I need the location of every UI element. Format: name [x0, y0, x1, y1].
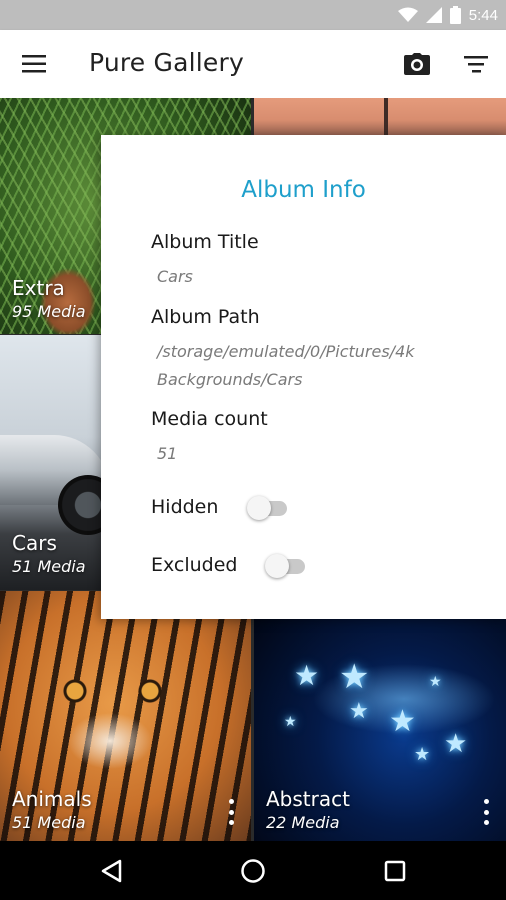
album-tile-cars[interactable]: Cars 51 Media: [0, 335, 101, 590]
camera-button[interactable]: [397, 44, 437, 84]
star-decoration: ★: [294, 659, 320, 692]
media-count-value: 51: [157, 444, 178, 463]
excluded-label: Excluded: [151, 554, 238, 576]
home-button[interactable]: [235, 853, 271, 889]
star-decoration: ★: [284, 714, 297, 730]
album-path-value: /storage/emulated/0/Pictures/4k Backgrou…: [157, 342, 415, 389]
home-icon: [241, 859, 265, 883]
star-decoration: ★: [444, 729, 468, 759]
status-time: 5:44: [468, 6, 498, 24]
battery-icon: [449, 6, 461, 24]
star-decoration: ★: [414, 744, 431, 765]
album-name: Abstract: [266, 787, 350, 811]
hidden-label: Hidden: [151, 496, 219, 518]
album-path-label: Album Path: [151, 306, 260, 328]
album-count: 22 Media: [266, 813, 340, 832]
app-title: Pure Gallery: [89, 48, 244, 77]
media-count-label: Media count: [151, 408, 268, 430]
album-title-label: Album Title: [151, 231, 259, 253]
navigation-bar: [0, 841, 506, 900]
status-icons: 5:44: [397, 0, 498, 30]
menu-button[interactable]: [14, 47, 54, 81]
star-decoration: ★: [389, 704, 416, 739]
camera-icon: [404, 53, 430, 75]
sort-button[interactable]: [456, 44, 496, 84]
album-name: Extra: [12, 276, 65, 300]
status-bar: 5:44: [0, 0, 506, 30]
more-options-icon[interactable]: [480, 799, 492, 825]
album-label: Abstract 22 Media: [266, 787, 350, 832]
toggle-thumb: [265, 554, 289, 578]
album-count: 51 Media: [12, 557, 86, 576]
album-info-dialog: Album Info Album Title Cars Album Path /…: [101, 135, 506, 619]
album-label: Animals 51 Media: [12, 787, 92, 832]
star-decoration: ★: [429, 674, 442, 690]
recents-icon: [384, 860, 406, 882]
app-bar: Pure Gallery: [0, 30, 506, 98]
back-icon: [101, 859, 122, 883]
album-title-value: Cars: [157, 267, 193, 286]
album-count: 95 Media: [12, 302, 86, 321]
album-thumbnail-detail: [384, 98, 388, 138]
toggle-thumb: [247, 496, 271, 520]
back-button[interactable]: [93, 853, 129, 889]
excluded-toggle[interactable]: [265, 553, 309, 579]
album-label: Extra 95 Media: [12, 276, 86, 321]
album-tile-animals[interactable]: Animals 51 Media: [0, 591, 251, 841]
dialog-title: Album Info: [241, 177, 366, 203]
album-count: 51 Media: [12, 813, 86, 832]
album-tile-top-right[interactable]: [254, 98, 506, 138]
album-label: Cars 51 Media: [12, 531, 86, 576]
sort-icon: [464, 55, 488, 72]
album-name: Animals: [12, 787, 92, 811]
star-decoration: ★: [349, 699, 369, 724]
signal-icon: [425, 7, 442, 23]
album-name: Cars: [12, 531, 57, 555]
more-options-icon[interactable]: [225, 799, 237, 825]
album-tile-abstract[interactable]: ★ ★ ★ ★ ★ ★ ★ ★ Abstract 22 Media: [254, 619, 506, 841]
menu-icon: [22, 55, 46, 73]
recents-button[interactable]: [377, 853, 413, 889]
hidden-toggle[interactable]: [247, 495, 291, 521]
star-decoration: ★: [339, 657, 370, 697]
wifi-icon: [397, 7, 418, 22]
